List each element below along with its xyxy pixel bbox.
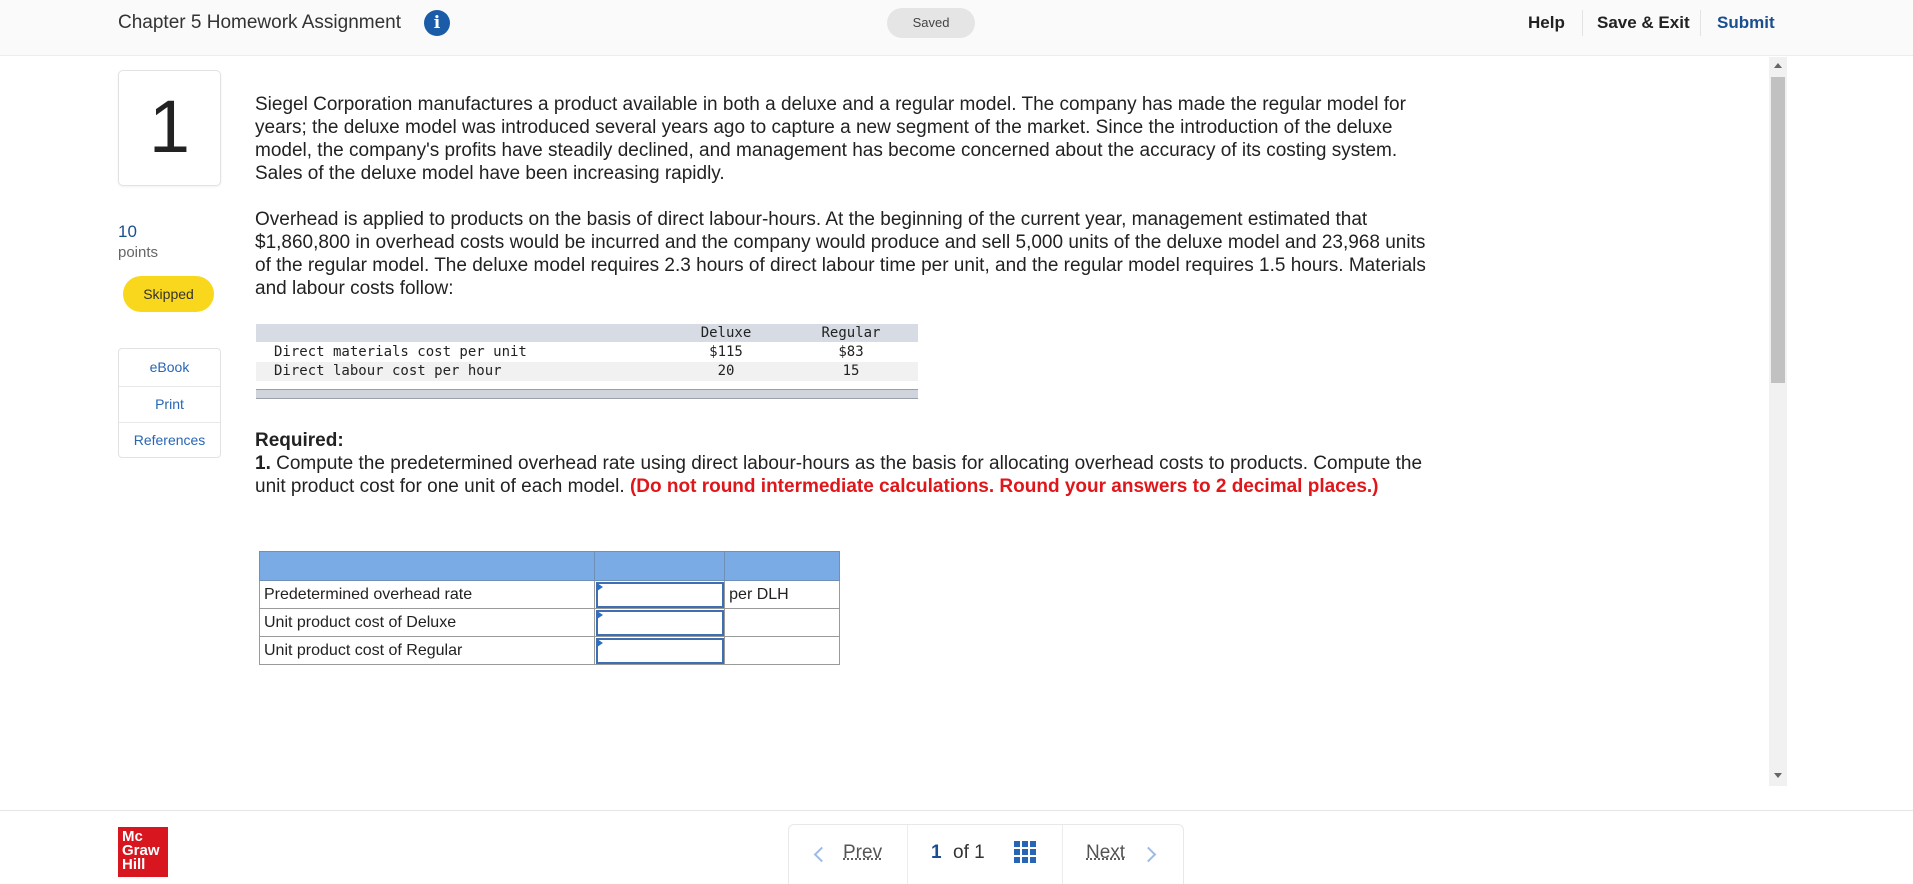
answer-row-deluxe-cost: Unit product cost of Deluxe xyxy=(258,608,840,637)
scrollbar-thumb[interactable] xyxy=(1771,77,1785,383)
info-icon[interactable]: i xyxy=(424,10,450,36)
content-scrollbar[interactable] xyxy=(1769,57,1787,786)
answer-row-overhead-rate: Predetermined overhead rate per DLH xyxy=(258,580,840,609)
tools-divider xyxy=(119,422,220,423)
labour-regular-value: 15 xyxy=(842,363,860,379)
row-label-materials: Direct materials cost per unit xyxy=(274,344,527,360)
materials-regular-value: $83 xyxy=(838,344,864,360)
answer-table: Predetermined overhead rate per DLH Unit… xyxy=(258,551,840,665)
question-number: 1 xyxy=(148,85,191,168)
mcgraw-hill-logo: Mc Graw Hill xyxy=(118,827,168,877)
required-section: Required: 1. Compute the predetermined o… xyxy=(255,429,1435,498)
references-link[interactable]: References xyxy=(119,432,220,448)
regular-cost-input[interactable] xyxy=(596,638,725,664)
assignment-title: Chapter 5 Homework Assignment xyxy=(118,12,402,33)
overhead-rate-input[interactable] xyxy=(596,582,725,608)
table-bottom-band xyxy=(256,389,918,399)
print-link[interactable]: Print xyxy=(119,396,220,412)
scroll-down-icon[interactable] xyxy=(1774,773,1782,778)
submit-link[interactable]: Submit xyxy=(1717,13,1775,33)
grid-icon[interactable] xyxy=(1014,841,1036,863)
current-page: 1 xyxy=(931,842,942,863)
answer-row-label: Unit product cost of Regular xyxy=(258,636,596,665)
input-marker-icon xyxy=(597,611,604,619)
answer-unit-label xyxy=(724,608,840,637)
input-marker-icon xyxy=(597,583,604,591)
save-exit-link[interactable]: Save & Exit xyxy=(1597,13,1690,33)
labour-deluxe-value: 20 xyxy=(717,363,735,379)
column-header-regular: Regular xyxy=(821,325,881,341)
scroll-up-icon[interactable] xyxy=(1774,63,1782,68)
cost-data-table: Deluxe Regular Direct materials cost per… xyxy=(256,324,918,399)
pager-divider xyxy=(907,825,908,884)
points-value: 10 xyxy=(118,222,137,241)
question-status-badge: Skipped xyxy=(123,276,214,312)
problem-paragraph-1: Siegel Corporation manufactures a produc… xyxy=(255,94,1406,184)
column-header-deluxe: Deluxe xyxy=(700,325,752,341)
required-item: 1. Compute the predetermined overhead ra… xyxy=(255,452,1435,498)
answer-table-header xyxy=(258,551,840,581)
problem-paragraph-2: Overhead is applied to products on the b… xyxy=(255,209,1426,299)
save-status-badge: Saved xyxy=(887,8,975,38)
row-label-labour: Direct labour cost per hour xyxy=(274,363,502,379)
footer-bar: Mc Graw Hill Prev 1 of 1 Next xyxy=(0,810,1913,884)
question-tools: eBook Print References xyxy=(118,348,221,458)
answer-row-label: Unit product cost of Deluxe xyxy=(258,608,596,637)
page-total: of 1 xyxy=(953,842,985,863)
points-label: points xyxy=(118,244,159,261)
help-link[interactable]: Help xyxy=(1528,13,1565,33)
answer-unit-label: per DLH xyxy=(724,580,840,609)
rounding-instruction: (Do not round intermediate calculations.… xyxy=(629,476,1379,497)
chevron-left-icon[interactable] xyxy=(813,846,830,863)
tools-divider xyxy=(119,386,220,387)
question-number-card: 1 xyxy=(118,70,221,186)
required-item-number: 1. xyxy=(255,453,271,474)
answer-unit-label xyxy=(724,636,840,665)
header-bar: Chapter 5 Homework Assignment i Saved He… xyxy=(0,0,1913,56)
header-divider xyxy=(1582,10,1583,36)
next-button[interactable]: Next xyxy=(1086,842,1125,864)
chevron-right-icon[interactable] xyxy=(1140,846,1157,863)
deluxe-cost-input[interactable] xyxy=(596,610,725,636)
ebook-link[interactable]: eBook xyxy=(119,359,220,375)
input-marker-icon xyxy=(597,639,604,647)
answer-row-regular-cost: Unit product cost of Regular xyxy=(258,636,840,665)
answer-row-label: Predetermined overhead rate xyxy=(258,580,596,609)
question-pager: Prev 1 of 1 Next xyxy=(788,824,1184,884)
header-divider xyxy=(1700,10,1701,36)
materials-deluxe-value: $115 xyxy=(709,344,743,360)
required-heading: Required: xyxy=(255,430,344,451)
prev-button[interactable]: Prev xyxy=(843,842,882,864)
pager-divider xyxy=(1062,825,1063,884)
